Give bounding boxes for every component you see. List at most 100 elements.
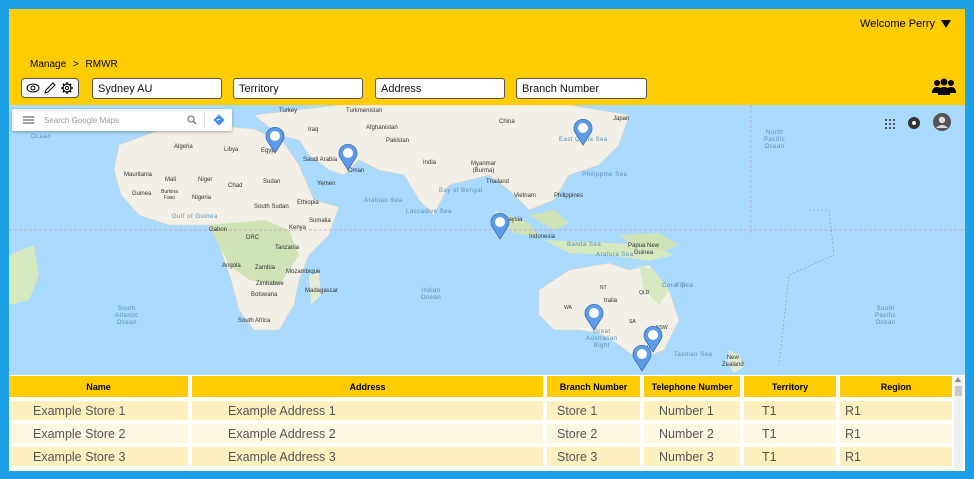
table-row[interactable]: Example Store 3 Example Address 3 Store … (9, 445, 954, 467)
eye-icon[interactable] (26, 82, 40, 94)
column-header-branch-number[interactable]: Branch Number (547, 376, 640, 397)
map-label: tralia (604, 298, 618, 304)
search-icon[interactable] (180, 115, 204, 125)
cell-name: Example Store 3 (9, 447, 188, 466)
column-header-address[interactable]: Address (192, 376, 543, 397)
map-marker-icon[interactable] (573, 118, 593, 146)
territory-field[interactable]: Territory (233, 78, 363, 99)
map-top-icons (885, 113, 951, 136)
map-label: QLD (639, 290, 650, 296)
map-label: India (423, 160, 437, 166)
map-label: SA (629, 319, 636, 325)
map-label: Arabian Sea (364, 198, 403, 204)
map-label: Tanzania (275, 245, 300, 251)
map-marker-icon[interactable] (265, 126, 285, 154)
breadcrumb-root[interactable]: Manage (30, 59, 66, 70)
map-label: Laccadive Sea (406, 209, 452, 215)
branch-number-field[interactable]: Branch Number (516, 78, 647, 99)
map-label: Mozambique (286, 269, 321, 275)
table-scrollbar[interactable] (954, 376, 963, 470)
cell-telephone: Number 1 (644, 401, 740, 420)
pencil-icon[interactable] (43, 81, 57, 95)
map-label: South Pacific Ocean (875, 306, 897, 326)
map-search-bar: Search Google Maps (12, 109, 232, 131)
breadcrumb-separator: > (72, 59, 79, 70)
notifications-icon[interactable] (908, 116, 920, 134)
column-header-territory[interactable]: Territory (744, 376, 836, 397)
map-base (9, 105, 965, 373)
gear-icon[interactable] (60, 81, 74, 95)
map-label: Ocean (31, 134, 52, 140)
map-marker-icon[interactable] (338, 143, 358, 171)
column-header-region[interactable]: Region (840, 376, 952, 397)
map-label: Nigeria (192, 195, 212, 201)
cell-name: Example Store 2 (9, 424, 188, 443)
people-group-icon[interactable] (931, 78, 957, 101)
map-label: South Africa (238, 318, 271, 324)
map-label: Niger (198, 177, 213, 183)
map-label: Japan (613, 116, 630, 122)
cell-address: Example Address 3 (192, 447, 543, 466)
map-label: South Sudan (254, 204, 289, 210)
scrollbar-thumb[interactable] (955, 386, 962, 396)
map-label: Myanmar (Burma) (471, 161, 497, 174)
column-header-name[interactable]: Name (9, 376, 188, 397)
map-label: Turkey (279, 108, 298, 114)
map-label: Great Australian Bight (586, 329, 618, 349)
directions-icon[interactable] (204, 112, 232, 128)
cell-name: Example Store 1 (9, 401, 188, 420)
breadcrumb-current: RMWR (85, 59, 118, 70)
map-label: Pakistan (386, 138, 410, 144)
map-search-input[interactable]: Search Google Maps (44, 116, 180, 125)
map-label: DRC (246, 235, 259, 241)
cell-region: R1 (840, 447, 952, 466)
map-label: New Zealand (722, 355, 744, 368)
map-label: Indonesia (529, 234, 556, 240)
map-label: Philippine Sea (582, 172, 628, 178)
cell-branch-number: Store 1 (547, 401, 640, 420)
map-label: Kenya (289, 225, 307, 231)
cell-telephone: Number 2 (644, 424, 740, 443)
map-label: Burkina Faso (161, 189, 178, 201)
account-avatar-icon[interactable] (933, 113, 951, 136)
map-marker-icon[interactable] (632, 344, 652, 372)
app-frame: Welcome Perry Manage > RMWR Sydney AU Te… (9, 9, 965, 471)
cell-territory: T1 (744, 424, 836, 443)
cell-address: Example Address 2 (192, 424, 543, 443)
map-label: North Pacific Ocean (764, 130, 786, 150)
toolbox (21, 78, 79, 98)
menu-icon[interactable] (12, 116, 44, 124)
breadcrumb: Manage > RMWR (30, 59, 122, 70)
caret-down-icon[interactable] (941, 20, 951, 28)
table-row[interactable]: Example Store 2 Example Address 2 Store … (9, 422, 954, 444)
table-row[interactable]: Example Store 1 Example Address 1 Store … (9, 399, 954, 421)
map-view[interactable]: Search Google Maps Turkey Turkmenistan I… (9, 105, 965, 375)
map-label: Gulf of Guinea (172, 214, 218, 220)
map-label: Tasman Sea (674, 352, 713, 358)
user-menu[interactable]: Welcome Perry (860, 18, 951, 30)
map-label: Mali (165, 177, 177, 183)
map-label: Botswana (251, 292, 278, 298)
map-label: Angola (222, 263, 241, 269)
map-label: Banda Sea (567, 242, 602, 248)
map-label: Saudi Arabia (303, 157, 338, 163)
map-label: Zambia (255, 265, 276, 271)
map-label: Iraq (308, 127, 319, 133)
map-label: Zimbabwe (256, 281, 284, 287)
address-field[interactable]: Address (375, 78, 505, 99)
column-header-telephone[interactable]: Telephone Number (644, 376, 740, 397)
location-field[interactable]: Sydney AU (92, 78, 222, 99)
branches-table: Name Address Branch Number Telephone Num… (9, 375, 965, 471)
scroll-up-icon[interactable] (955, 377, 961, 382)
map-label: China (499, 119, 515, 125)
map-label: Afghanistan (366, 125, 398, 131)
cell-region: R1 (840, 424, 952, 443)
apps-grid-icon[interactable] (885, 116, 895, 134)
map-label: Fiji (676, 283, 686, 289)
cell-region: R1 (840, 401, 952, 420)
cell-territory: T1 (744, 447, 836, 466)
map-marker-icon[interactable] (490, 212, 510, 240)
map-label: Madagascar (305, 288, 339, 294)
map-marker-icon[interactable] (584, 303, 604, 331)
map-label: Chad (228, 183, 243, 189)
